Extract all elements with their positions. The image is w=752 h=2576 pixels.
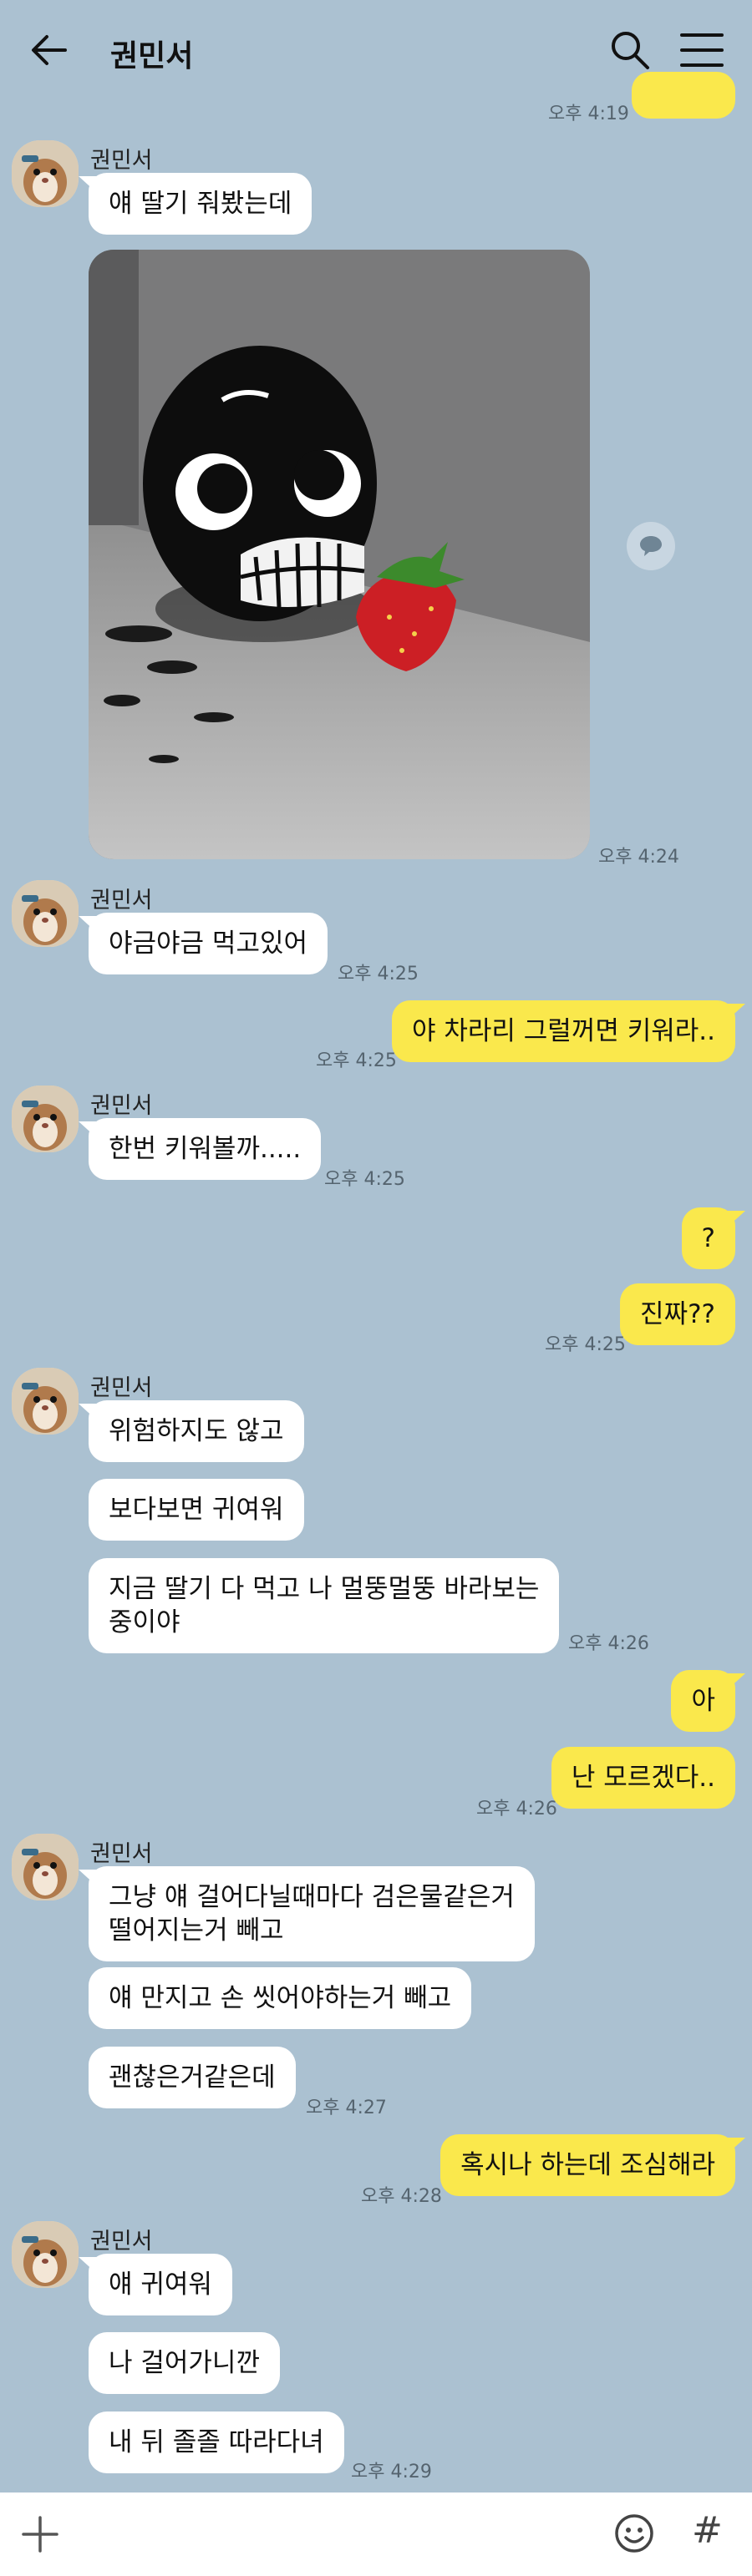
message-bubble[interactable]: 내 뒤 졸졸 따라다녀 xyxy=(89,2412,344,2473)
share-button[interactable] xyxy=(627,522,675,570)
hamster-avatar-icon xyxy=(12,1368,79,1435)
avatar[interactable] xyxy=(12,1086,79,1152)
timestamp: 오후 4:26 xyxy=(568,1633,649,1654)
message-bubble[interactable]: 야 차라리 그럴꺼면 키워라.. xyxy=(392,1000,745,1062)
message-bubble[interactable]: 혹시나 하는데 조심해라 xyxy=(440,2134,745,2196)
timestamp: 오후 4:19 xyxy=(548,104,629,124)
sender-name: 권민서 xyxy=(90,1841,153,1867)
hash-icon[interactable]: # xyxy=(692,2509,723,2552)
sender-name: 권민서 xyxy=(90,888,153,913)
timestamp: 오후 4:25 xyxy=(338,964,419,984)
timestamp: 오후 4:24 xyxy=(598,847,679,868)
message-bubble[interactable]: 아 xyxy=(671,1670,745,1732)
avatar[interactable] xyxy=(12,1368,79,1435)
timestamp: 오후 4:26 xyxy=(476,1799,557,1819)
timestamp: 오후 4:28 xyxy=(361,2186,442,2207)
sender-name: 권민서 xyxy=(90,2229,153,2255)
avatar[interactable] xyxy=(12,880,79,947)
shared-photo[interactable] xyxy=(89,250,590,859)
hamster-avatar-icon xyxy=(12,1086,79,1152)
arrow-left-icon[interactable] xyxy=(25,27,72,73)
hamburger-menu-icon[interactable] xyxy=(678,30,725,70)
message-bubble[interactable]: 진짜?? xyxy=(620,1283,735,1345)
avatar[interactable] xyxy=(12,1834,79,1900)
outgoing-bubble-partial xyxy=(632,72,735,119)
message-bubble[interactable]: ? xyxy=(681,1207,746,1269)
black-creature-strawberry-image xyxy=(89,250,590,859)
emoji-icon[interactable] xyxy=(613,2513,655,2554)
message-bubble[interactable]: 나 걸어가니깐 xyxy=(89,2332,280,2394)
message-line: 중이야 xyxy=(109,1607,180,1637)
avatar[interactable] xyxy=(12,2221,79,2288)
message-bubble[interactable]: 위험하지도 않고 xyxy=(79,1400,304,1462)
search-icon[interactable] xyxy=(608,28,652,72)
message-bubble[interactable]: 한번 키워볼까..... xyxy=(78,1118,322,1180)
message-bubble-multiline[interactable]: 지금 딸기 다 먹고 나 멀뚱멀뚱 바라보는 중이야 xyxy=(89,1558,560,1653)
message-line: 그냥 얘 걸어다닐때마다 검은물같은거 xyxy=(109,1882,515,1912)
message-bubble[interactable]: 야금야금 먹고있어 xyxy=(78,913,328,974)
message-bubble[interactable]: 난 모르겠다.. xyxy=(551,1747,735,1809)
message-bubble[interactable]: 얘 귀여워 xyxy=(79,2254,232,2315)
timestamp: 오후 4:25 xyxy=(324,1169,405,1190)
share-bubble-icon xyxy=(640,536,662,556)
sender-name: 권민서 xyxy=(90,1375,153,1401)
message-line: 떨어지는거 빼고 xyxy=(109,1916,284,1946)
message-input-bar: # xyxy=(0,2492,752,2576)
timestamp: 오후 4:29 xyxy=(351,2462,432,2482)
sender-name: 권민서 xyxy=(90,148,153,174)
hamster-avatar-icon xyxy=(12,2221,79,2288)
avatar[interactable] xyxy=(12,140,79,207)
message-bubble[interactable]: 얘 만지고 손 씻어야하는거 빼고 xyxy=(89,1967,472,2029)
sender-name: 권민서 xyxy=(90,1093,153,1119)
message-bubble-multiline[interactable]: 그냥 얘 걸어다닐때마다 검은물같은거 떨어지는거 빼고 xyxy=(79,1866,535,1961)
hamster-avatar-icon xyxy=(12,880,79,947)
message-bubble[interactable]: 괜찮은거같은데 xyxy=(89,2047,296,2108)
hamster-avatar-icon xyxy=(12,1834,79,1900)
timestamp: 오후 4:27 xyxy=(306,2098,387,2118)
message-line: 지금 딸기 다 먹고 나 멀뚱멀뚱 바라보는 xyxy=(109,1574,540,1604)
message-bubble[interactable]: 보다보면 귀여워 xyxy=(89,1479,304,1541)
chat-title: 권민서 xyxy=(110,39,194,73)
timestamp: 오후 4:25 xyxy=(316,1050,397,1071)
timestamp: 오후 4:25 xyxy=(545,1334,626,1355)
hamster-avatar-icon xyxy=(12,140,79,207)
plus-icon[interactable] xyxy=(20,2514,60,2554)
message-bubble[interactable]: 얘 딸기 줘봤는데 xyxy=(78,173,312,235)
